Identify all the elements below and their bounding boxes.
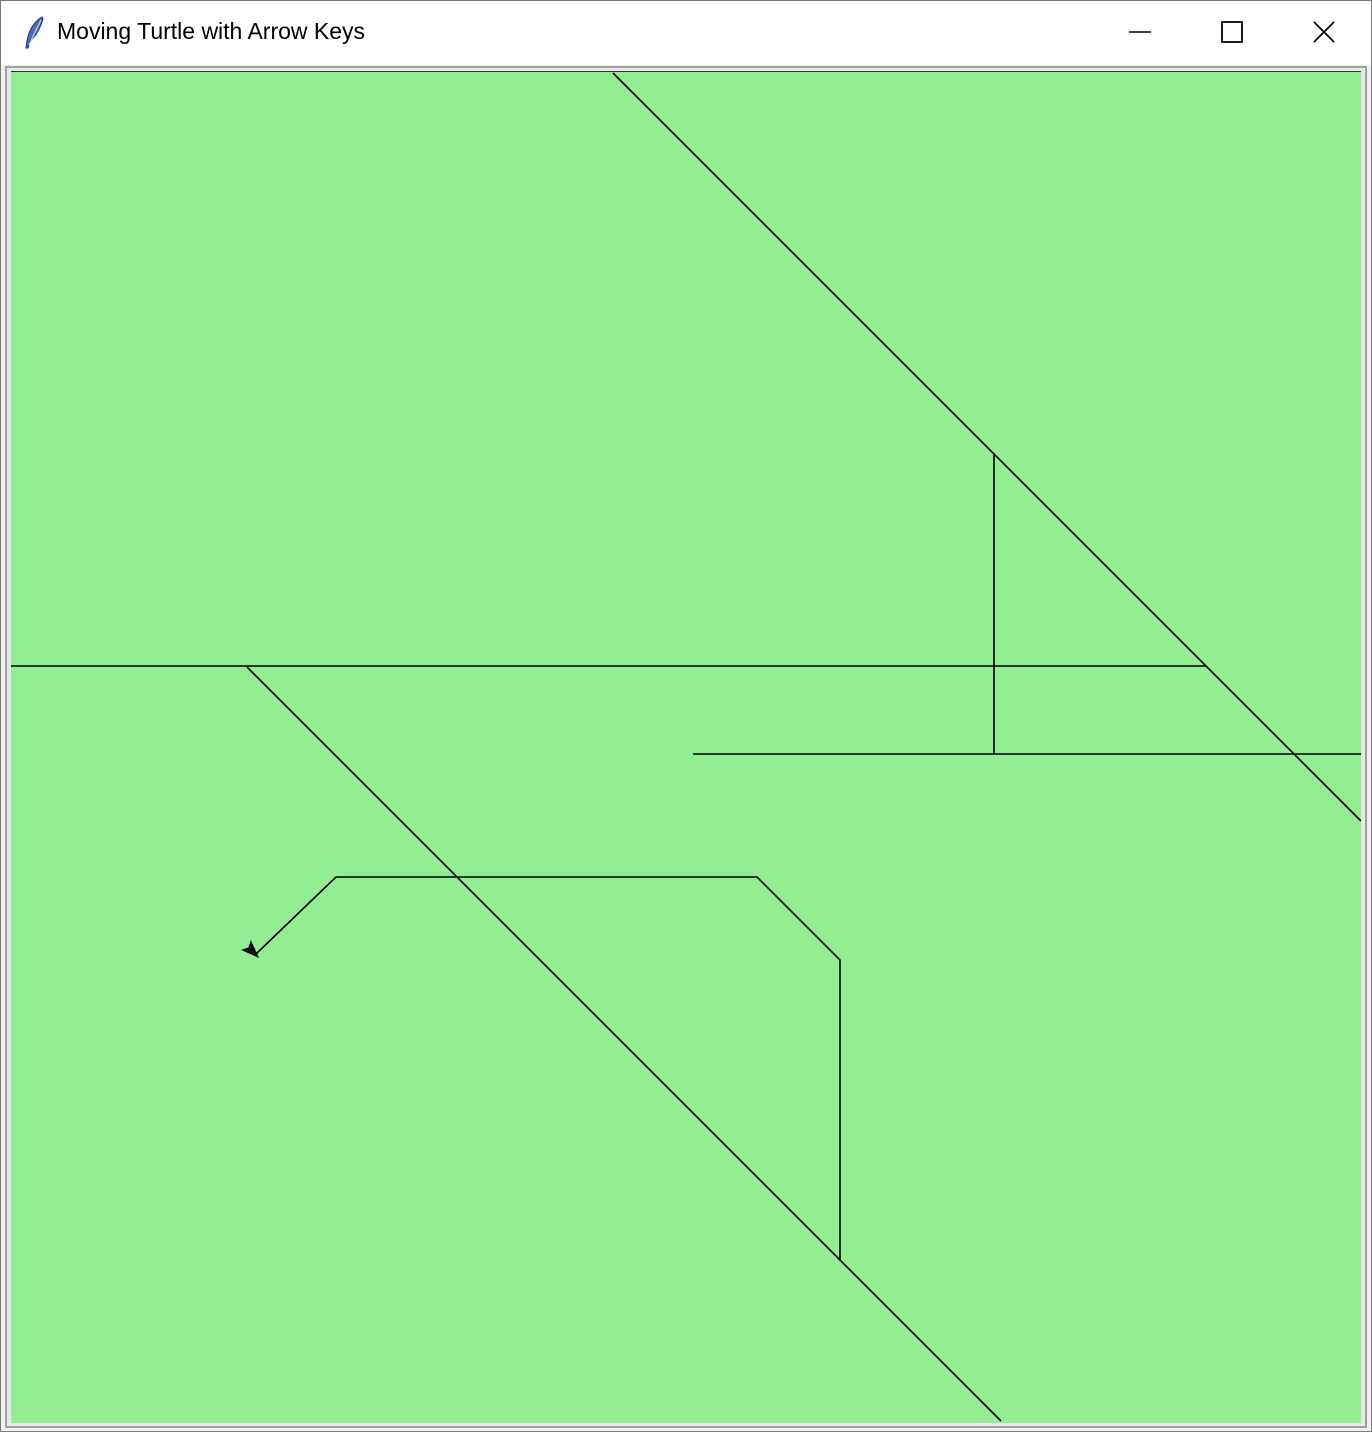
maximize-icon	[1221, 21, 1243, 43]
tk-feather-icon	[25, 16, 44, 49]
turtle-canvas[interactable]	[11, 71, 1361, 1423]
close-button[interactable]	[1278, 1, 1370, 63]
window-title: Moving Turtle with Arrow Keys	[57, 18, 366, 44]
app-window: Moving Turtle with Arrow Keys	[0, 0, 1372, 1432]
canvas-background	[11, 71, 1361, 1423]
maximize-button[interactable]	[1186, 1, 1278, 63]
minimize-button[interactable]	[1094, 1, 1186, 63]
title-bar[interactable]: Moving Turtle with Arrow Keys	[1, 1, 1371, 65]
minimize-icon	[1129, 31, 1151, 33]
close-icon	[1313, 21, 1335, 43]
